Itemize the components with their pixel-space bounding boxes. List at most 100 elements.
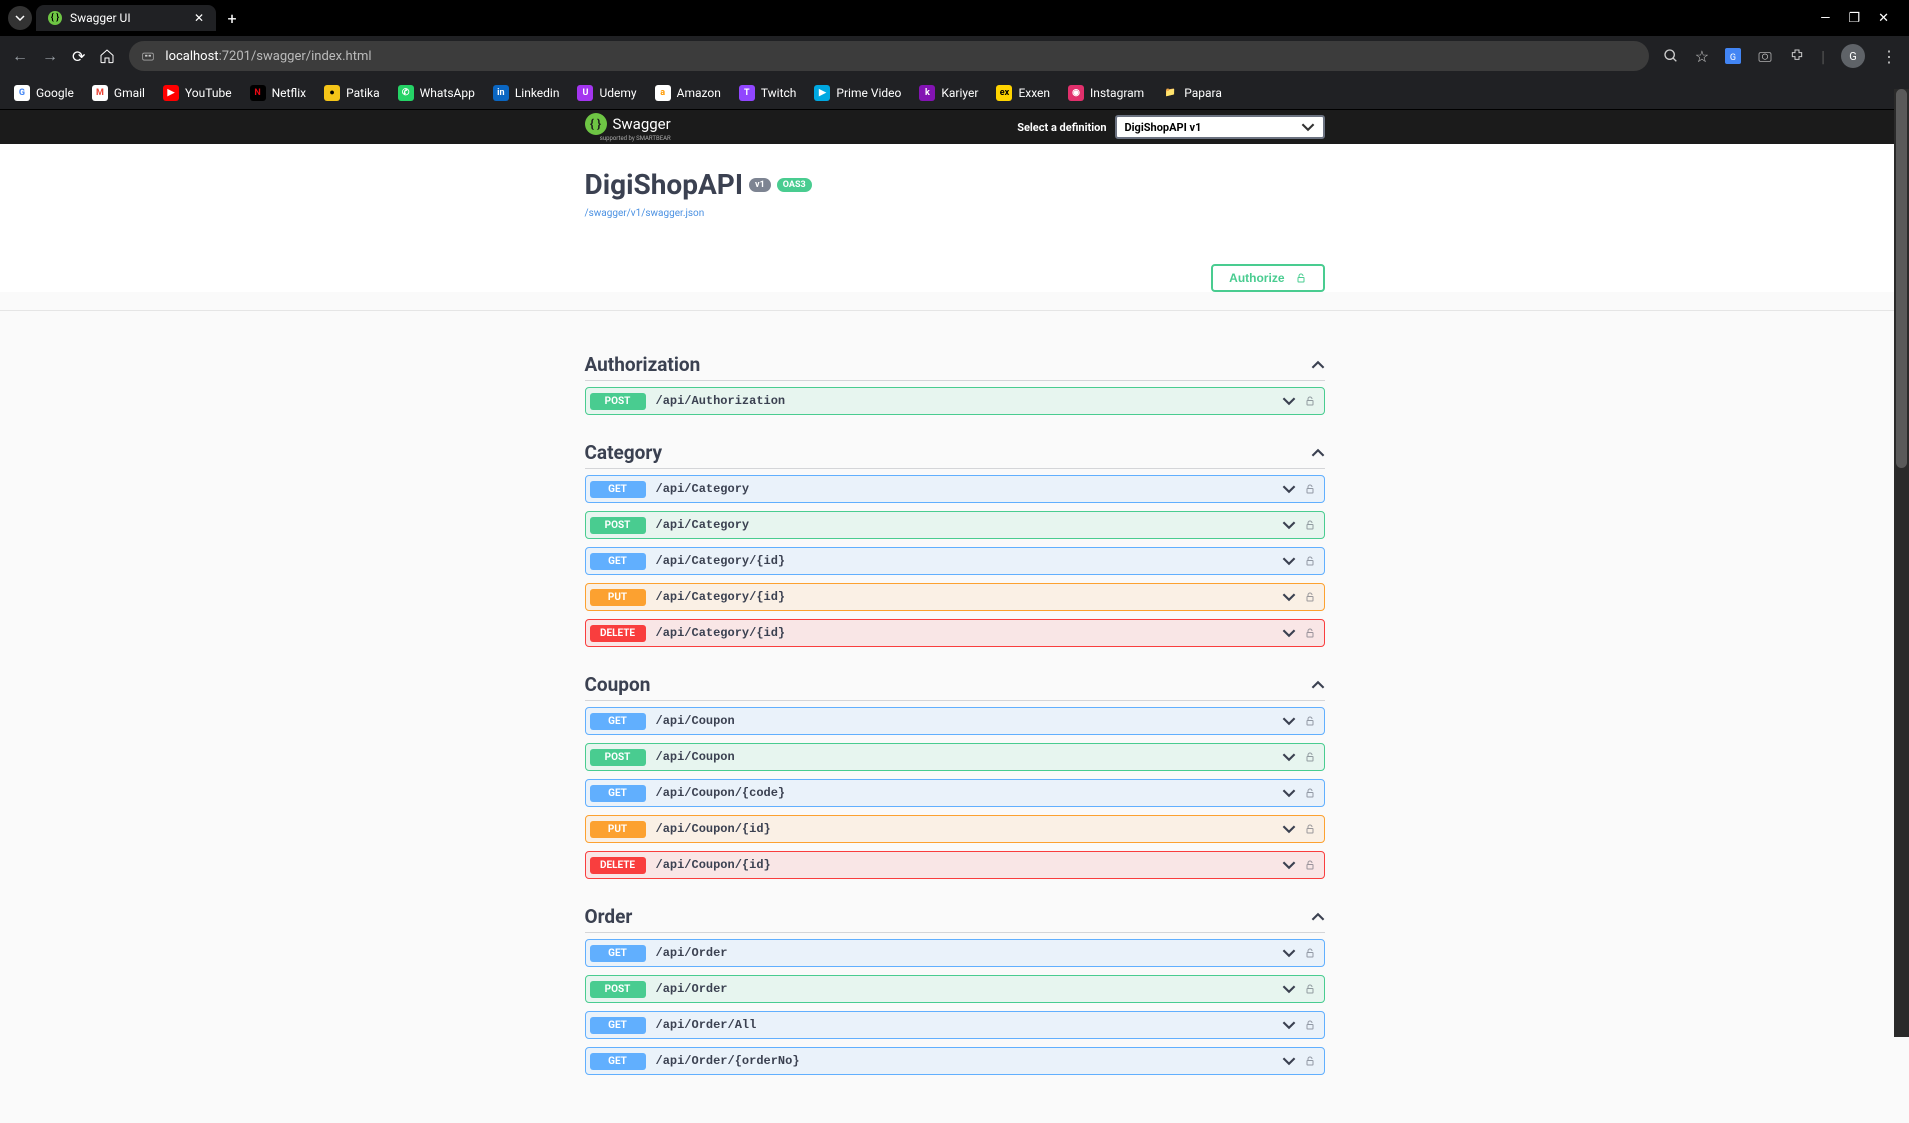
operation-method-badge: POST bbox=[590, 517, 646, 534]
home-button[interactable] bbox=[99, 48, 115, 64]
url-text: localhost:7201/swagger/index.html bbox=[165, 49, 371, 64]
swagger-brand-text: Swagger bbox=[613, 115, 671, 133]
spec-link[interactable]: /swagger/v1/swagger.json bbox=[585, 208, 705, 219]
browser-tab[interactable]: { } Swagger UI ✕ bbox=[36, 5, 216, 31]
kebab-menu-button[interactable]: ⋮ bbox=[1881, 47, 1897, 66]
chevron-down-icon bbox=[1282, 946, 1296, 960]
chevron-down-icon bbox=[15, 13, 25, 23]
tag-header[interactable]: Order bbox=[585, 901, 1325, 933]
authorize-button[interactable]: Authorize bbox=[1211, 264, 1324, 292]
bookmark-item[interactable]: UUdemy bbox=[577, 85, 636, 101]
operation-method-badge: PUT bbox=[590, 821, 646, 838]
toolbar-right: ☆ G | G ⋮ bbox=[1663, 44, 1897, 68]
bookmark-item[interactable]: MGmail bbox=[92, 85, 145, 101]
version-badge: v1 bbox=[749, 178, 771, 192]
bookmark-item[interactable]: GGoogle bbox=[14, 85, 74, 101]
tab-bar: { } Swagger UI ✕ + — ❐ ✕ bbox=[0, 0, 1909, 36]
bookmark-icon: ▶ bbox=[163, 85, 179, 101]
tag-name: Coupon bbox=[585, 673, 651, 696]
translate-button[interactable]: G bbox=[1725, 48, 1741, 64]
api-title-text: DigiShopAPI bbox=[585, 168, 744, 201]
operation-row[interactable]: GET/api/Category bbox=[585, 475, 1325, 503]
operation-row[interactable]: GET/api/Order/All bbox=[585, 1011, 1325, 1039]
operation-row[interactable]: GET/api/Order bbox=[585, 939, 1325, 967]
address-bar[interactable]: localhost:7201/swagger/index.html bbox=[129, 41, 1648, 71]
operation-path: /api/Category/{id} bbox=[656, 554, 786, 568]
extensions-button[interactable] bbox=[1789, 48, 1805, 64]
lock-icon bbox=[1304, 715, 1316, 727]
window-controls: — ❐ ✕ bbox=[1820, 11, 1901, 26]
operation-row[interactable]: GET/api/Order/{orderNo} bbox=[585, 1047, 1325, 1075]
bookmark-item[interactable]: aAmazon bbox=[655, 85, 721, 101]
bookmark-label: Amazon bbox=[677, 86, 721, 100]
scrollbar-thumb[interactable] bbox=[1896, 89, 1907, 468]
operation-row[interactable]: DELETE/api/Category/{id} bbox=[585, 619, 1325, 647]
chevron-up-icon bbox=[1311, 678, 1325, 692]
bookmark-item[interactable]: ▶Prime Video bbox=[814, 85, 901, 101]
operation-row[interactable]: POST/api/Order bbox=[585, 975, 1325, 1003]
operation-row[interactable]: GET/api/Coupon/{code} bbox=[585, 779, 1325, 807]
close-tab-button[interactable]: ✕ bbox=[194, 11, 204, 25]
forward-button[interactable]: → bbox=[42, 46, 58, 66]
bookmark-item[interactable]: ◉Instagram bbox=[1068, 85, 1144, 101]
tag-collapse-toggle[interactable] bbox=[1311, 358, 1325, 372]
lock-icon bbox=[1304, 519, 1316, 531]
maximize-button[interactable]: ❐ bbox=[1848, 11, 1860, 26]
chevron-down-icon bbox=[1282, 858, 1296, 872]
bookmark-item[interactable]: ●Patika bbox=[324, 85, 380, 101]
page-scrollbar[interactable] bbox=[1894, 89, 1909, 1037]
bookmark-icon: 📁 bbox=[1162, 85, 1178, 101]
close-window-button[interactable]: ✕ bbox=[1878, 11, 1889, 26]
site-info-icon[interactable] bbox=[141, 49, 155, 63]
operation-method-badge: GET bbox=[590, 945, 646, 962]
profile-avatar[interactable]: G bbox=[1841, 44, 1865, 68]
operation-row[interactable]: POST/api/Coupon bbox=[585, 743, 1325, 771]
reload-button[interactable]: ⟳ bbox=[72, 47, 85, 66]
new-tab-button[interactable]: + bbox=[220, 6, 244, 30]
tag-collapse-toggle[interactable] bbox=[1311, 678, 1325, 692]
tag-section: Category GET/api/Category POST/api/Categor… bbox=[585, 423, 1325, 647]
bookmark-item[interactable]: NNetflix bbox=[250, 85, 307, 101]
bookmark-item[interactable]: exExxen bbox=[996, 85, 1050, 101]
tag-header[interactable]: Authorization bbox=[585, 349, 1325, 381]
bookmark-item[interactable]: kKariyer bbox=[919, 85, 978, 101]
bookmark-item[interactable]: ▶YouTube bbox=[163, 85, 232, 101]
definition-dropdown[interactable]: DigiShopAPI v1 bbox=[1115, 115, 1325, 139]
operation-method-badge: POST bbox=[590, 981, 646, 998]
toolbar-divider: | bbox=[1821, 47, 1825, 66]
tag-collapse-toggle[interactable] bbox=[1311, 910, 1325, 924]
tag-header[interactable]: Category bbox=[585, 437, 1325, 469]
tab-search-button[interactable] bbox=[8, 6, 32, 30]
bookmark-item[interactable]: 📁Papara bbox=[1162, 85, 1222, 101]
zoom-button[interactable] bbox=[1663, 48, 1679, 64]
operation-controls bbox=[1282, 482, 1316, 496]
minimize-button[interactable]: — bbox=[1820, 11, 1830, 26]
chevron-down-icon bbox=[1282, 822, 1296, 836]
tag-collapse-toggle[interactable] bbox=[1311, 446, 1325, 460]
bookmark-star-button[interactable]: ☆ bbox=[1695, 47, 1709, 66]
operation-row[interactable]: POST/api/Authorization bbox=[585, 387, 1325, 415]
chevron-down-icon bbox=[1282, 518, 1296, 532]
operation-row[interactable]: GET/api/Coupon bbox=[585, 707, 1325, 735]
operation-path: /api/Coupon/{id} bbox=[656, 822, 771, 836]
swagger-logo[interactable]: { } Swagger supported by SMARTBEAR bbox=[585, 113, 671, 142]
camera-button[interactable] bbox=[1757, 48, 1773, 64]
chevron-up-icon bbox=[1311, 446, 1325, 460]
bookmark-icon: U bbox=[577, 85, 593, 101]
chevron-down-icon bbox=[1282, 626, 1296, 640]
definition-selector-label: Select a definition bbox=[1017, 121, 1106, 134]
operation-row[interactable]: GET/api/Category/{id} bbox=[585, 547, 1325, 575]
operation-path: /api/Category bbox=[656, 518, 750, 532]
operation-controls bbox=[1282, 786, 1316, 800]
back-button[interactable]: ← bbox=[12, 46, 28, 66]
operation-row[interactable]: POST/api/Category bbox=[585, 511, 1325, 539]
operation-row[interactable]: DELETE/api/Coupon/{id} bbox=[585, 851, 1325, 879]
bookmark-item[interactable]: inLinkedin bbox=[493, 85, 560, 101]
swagger-logo-icon: { } bbox=[585, 113, 607, 135]
tag-header[interactable]: Coupon bbox=[585, 669, 1325, 701]
operation-row[interactable]: PUT/api/Coupon/{id} bbox=[585, 815, 1325, 843]
definition-selected-value: DigiShopAPI v1 bbox=[1125, 121, 1202, 134]
bookmark-item[interactable]: ✆WhatsApp bbox=[398, 85, 475, 101]
bookmark-item[interactable]: TTwitch bbox=[739, 85, 797, 101]
operation-row[interactable]: PUT/api/Category/{id} bbox=[585, 583, 1325, 611]
